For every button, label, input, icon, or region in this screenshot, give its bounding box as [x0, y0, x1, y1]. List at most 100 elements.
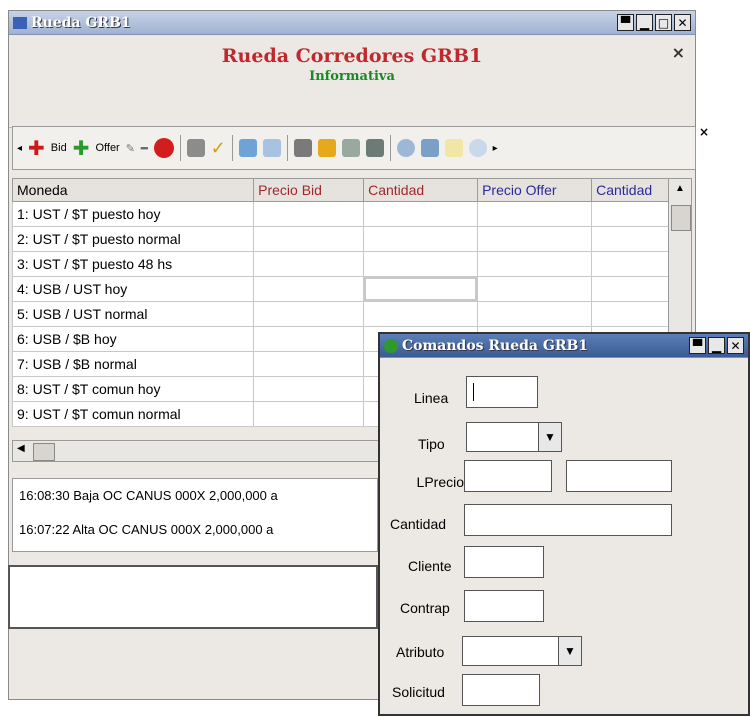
price-cell[interactable] — [363, 251, 479, 277]
chevron-down-icon[interactable]: ▼ — [538, 423, 561, 451]
contrap-field[interactable] — [464, 590, 544, 622]
price-cell[interactable] — [253, 351, 365, 377]
price-cell[interactable] — [253, 251, 365, 277]
solicitud-field[interactable] — [462, 674, 540, 706]
header-close-icon[interactable]: × — [672, 43, 685, 62]
price-cell[interactable] — [253, 401, 365, 427]
close-icon[interactable]: ✕ — [674, 14, 691, 31]
instrument-cell[interactable]: 3: UST / $T puesto 48 hs — [11, 251, 255, 277]
price-cell[interactable] — [253, 376, 365, 402]
toolbar: ◂ ✚ Bid ✚ Offer ✎ ━ ✓ ▸ × — [12, 125, 709, 170]
cliente-label: Cliente — [408, 558, 452, 574]
price-cell[interactable] — [253, 301, 365, 327]
lprecio-field[interactable] — [464, 460, 552, 492]
tipo-select[interactable]: ▼ — [466, 422, 562, 452]
price-cell[interactable] — [363, 301, 479, 327]
arrow-down-icon[interactable] — [317, 139, 336, 157]
atributo-label: Atributo — [396, 644, 445, 660]
bid-plus-icon[interactable]: ✚ — [28, 136, 45, 160]
transfer-icon[interactable] — [420, 139, 439, 157]
maximize-icon[interactable]: □ — [655, 14, 672, 31]
broom-icon[interactable]: ✓ — [211, 138, 226, 159]
contrap-label: Contrap — [400, 600, 450, 616]
instrument-cell[interactable]: 9: UST / $T comun normal — [11, 401, 255, 427]
price-cell[interactable] — [477, 251, 593, 277]
price-cell[interactable] — [477, 301, 593, 327]
column-header[interactable]: Precio Bid — [253, 178, 365, 202]
price-cell[interactable] — [253, 276, 365, 302]
table-row[interactable]: 4: USB / UST hoy — [11, 276, 692, 302]
toolbar-separator — [286, 135, 288, 161]
cantidad-field[interactable] — [464, 504, 672, 536]
bid-button-label[interactable]: Bid — [51, 142, 67, 154]
window-icon[interactable] — [238, 139, 257, 157]
restore-icon[interactable]: ▀ — [617, 14, 634, 31]
lprecio-label: LPrecio — [416, 474, 464, 490]
header-subtitle: Informativa — [309, 69, 395, 84]
chevron-down-icon[interactable]: ▼ — [558, 637, 581, 665]
price-cell[interactable] — [253, 201, 365, 227]
price-cell[interactable] — [363, 226, 479, 252]
linea-field[interactable] — [466, 376, 538, 408]
solicitud-label: Solicitud — [392, 684, 445, 700]
price-cell[interactable] — [477, 226, 593, 252]
photo-icon[interactable] — [365, 139, 384, 157]
hscroll-thumb[interactable] — [33, 443, 55, 461]
price-cell[interactable] — [477, 201, 593, 227]
toolbar-separator — [179, 135, 181, 161]
column-header[interactable]: Moneda — [11, 178, 255, 202]
atributo-select[interactable]: ▼ — [462, 636, 582, 666]
table-row[interactable]: 1: UST / $T puesto hoy — [11, 201, 692, 227]
globe-icon[interactable] — [396, 139, 415, 157]
zoom-icon[interactable] — [468, 139, 487, 157]
flag-icon[interactable] — [186, 139, 205, 157]
offer-plus-icon[interactable]: ✚ — [73, 136, 90, 160]
event-log: 16:08:30 Baja OC CANUS 000X 2,000,000 a … — [12, 478, 378, 552]
header-title: Rueda Corredores GRB1 — [221, 45, 483, 67]
scroll-left-icon[interactable]: ◀ — [17, 443, 25, 454]
instrument-cell[interactable]: 7: USB / $B normal — [11, 351, 255, 377]
toolbar-close-icon[interactable]: × — [699, 125, 709, 139]
column-header[interactable]: Cantidad — [363, 178, 479, 202]
app-icon — [13, 16, 27, 29]
toolbar-scroll-right-icon[interactable]: ▸ — [493, 143, 498, 154]
square-icon[interactable] — [293, 139, 312, 157]
text-cursor — [473, 383, 474, 401]
pencil-icon[interactable]: ✎ — [126, 142, 135, 155]
dialog-minimize-icon[interactable]: ▁ — [708, 337, 725, 354]
main-window-title: Rueda GRB1 — [31, 14, 131, 31]
scroll-up-icon[interactable]: ▲ — [669, 179, 691, 199]
minimize-icon[interactable]: ▁ — [636, 14, 653, 31]
main-titlebar: Rueda GRB1 ▀ ▁ □ ✕ — [9, 11, 695, 35]
table-row[interactable]: 5: USB / UST normal — [11, 301, 692, 327]
table-row[interactable]: 2: UST / $T puesto normal — [11, 226, 692, 252]
instrument-cell[interactable]: 1: UST / $T puesto hoy — [11, 201, 255, 227]
instrument-cell[interactable]: 2: UST / $T puesto normal — [11, 226, 255, 252]
instrument-cell[interactable]: 8: UST / $T comun hoy — [11, 376, 255, 402]
dialog-close-icon[interactable]: ✕ — [727, 337, 744, 354]
stop-icon[interactable] — [153, 138, 174, 158]
dialog-title: Comandos Rueda GRB1 — [402, 337, 589, 354]
price-cell[interactable] — [477, 276, 593, 302]
chart-icon[interactable] — [262, 139, 281, 157]
instrument-cell[interactable]: 6: USB / $B hoy — [11, 326, 255, 352]
cliente-field[interactable] — [464, 546, 544, 578]
minus-icon[interactable]: ━ — [141, 142, 148, 155]
image-icon[interactable] — [341, 139, 360, 157]
price-cell[interactable] — [253, 226, 365, 252]
lprecio-field-2[interactable] — [566, 460, 672, 492]
price-cell[interactable] — [253, 326, 365, 352]
toolbar-scroll-left-icon[interactable]: ◂ — [17, 143, 22, 154]
tipo-label: Tipo — [418, 436, 445, 452]
column-header[interactable]: Precio Offer — [477, 178, 593, 202]
instrument-cell[interactable]: 5: USB / UST normal — [11, 301, 255, 327]
price-cell[interactable] — [363, 276, 479, 302]
dialog-restore-icon[interactable]: ▀ — [689, 337, 706, 354]
log-entry: 16:08:30 Baja OC CANUS 000X 2,000,000 a — [19, 488, 278, 503]
table-row[interactable]: 3: UST / $T puesto 48 hs — [11, 251, 692, 277]
offer-button-label[interactable]: Offer — [95, 142, 119, 154]
note-icon[interactable] — [444, 139, 463, 157]
instrument-cell[interactable]: 4: USB / UST hoy — [11, 276, 255, 302]
scroll-thumb[interactable] — [671, 205, 691, 231]
price-cell[interactable] — [363, 201, 479, 227]
